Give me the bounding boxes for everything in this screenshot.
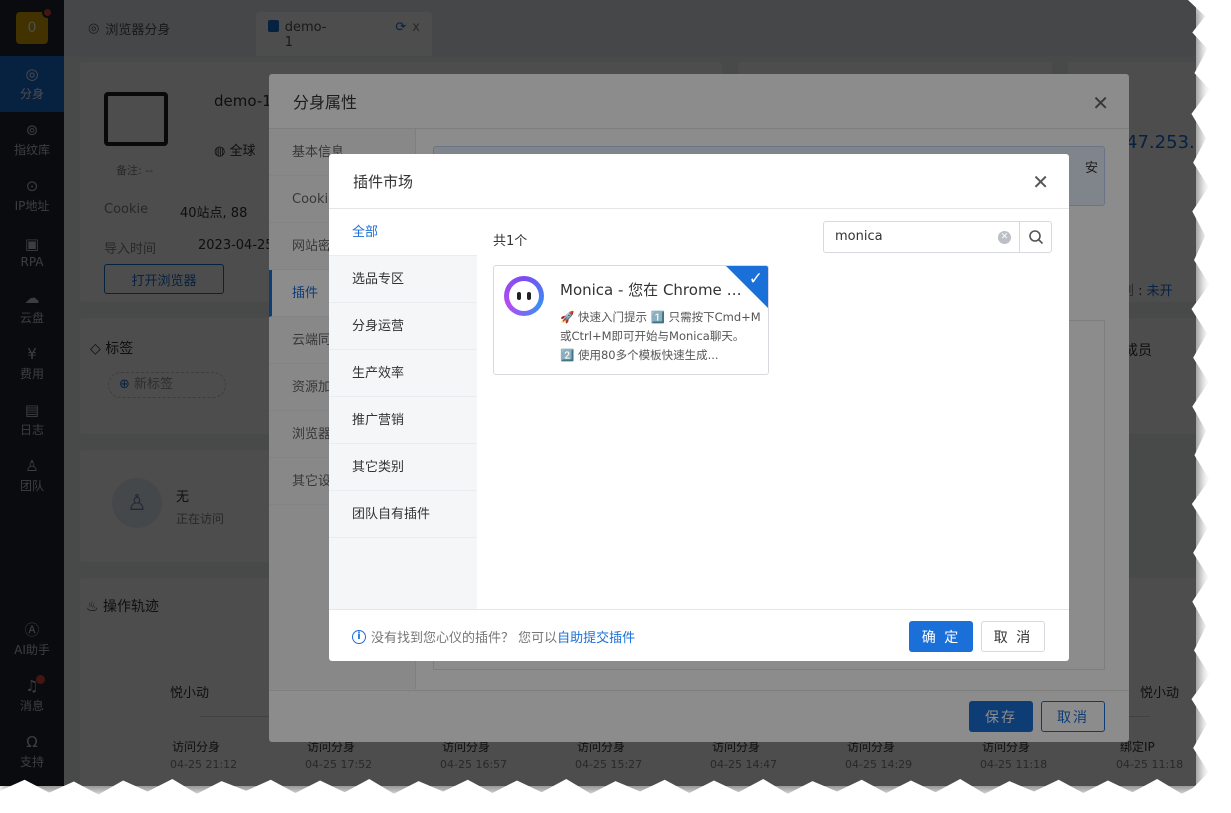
category-other[interactable]: 其它类别 <box>329 444 477 491</box>
category-nav: 全部 选品专区 分身运营 生产效率 推广营销 其它类别 团队自有插件 <box>329 209 477 609</box>
cancel-label: 取 消 <box>993 629 1033 646</box>
plugin-market-dialog: 插件市场 ✕ 全部 选品专区 分身运营 生产效率 推广营销 其它类别 团队自有插… <box>329 154 1069 661</box>
plugin-card[interactable]: Monica - 您在 Chrome 上的 ChatGPT 助手 🚀 快速入门提… <box>493 265 769 375</box>
category-product-selection[interactable]: 选品专区 <box>329 256 477 303</box>
app-window: 0 ◎ 分身 ⊚ 指纹库 ⊙ IP地址 ▣ RPA ☁ 云盘 ¥ 费用 ▤ 日志 <box>0 0 1196 786</box>
cancel-button[interactable]: 取 消 <box>981 621 1045 652</box>
category-productivity[interactable]: 生产效率 <box>329 350 477 397</box>
footer-tip: i 没有找到您心仪的插件？ 您可以 自助提交插件 <box>352 627 635 646</box>
close-icon[interactable]: ✕ <box>1032 170 1049 194</box>
search-icon <box>1028 230 1043 245</box>
search-value: monica <box>835 229 883 244</box>
footer-tip-text: 没有找到您心仪的插件？ 您可以 <box>371 631 558 646</box>
category-team-plugins[interactable]: 团队自有插件 <box>329 491 477 538</box>
search-input[interactable]: monica ✕ <box>823 221 1052 253</box>
result-count: 共1个 <box>493 234 528 249</box>
submit-plugin-link[interactable]: 自助提交插件 <box>557 627 635 646</box>
confirm-button[interactable]: 确 定 <box>909 621 973 652</box>
info-icon: i <box>352 629 366 644</box>
search-button[interactable] <box>1019 222 1051 252</box>
confirm-label: 确 定 <box>921 629 961 646</box>
category-all[interactable]: 全部 <box>329 209 477 256</box>
dialog-footer: i 没有找到您心仪的插件？ 您可以 自助提交插件 确 定 取 消 <box>329 609 1069 661</box>
category-marketing[interactable]: 推广营销 <box>329 397 477 444</box>
monica-logo-icon <box>504 276 544 316</box>
plugin-results: 共1个 monica ✕ Monica - 您在 Chrome 上的 ChatG… <box>477 209 1069 609</box>
category-profile-ops[interactable]: 分身运营 <box>329 303 477 350</box>
logo-inner <box>509 281 539 311</box>
clear-icon[interactable]: ✕ <box>998 231 1011 244</box>
dialog-title: 插件市场 <box>329 154 1069 209</box>
check-icon: ✓ <box>748 269 763 289</box>
plugin-description: 🚀 快速入门提示 1️⃣ 只需按下Cmd+M或Ctrl+M即可开始与Monica… <box>560 310 761 362</box>
